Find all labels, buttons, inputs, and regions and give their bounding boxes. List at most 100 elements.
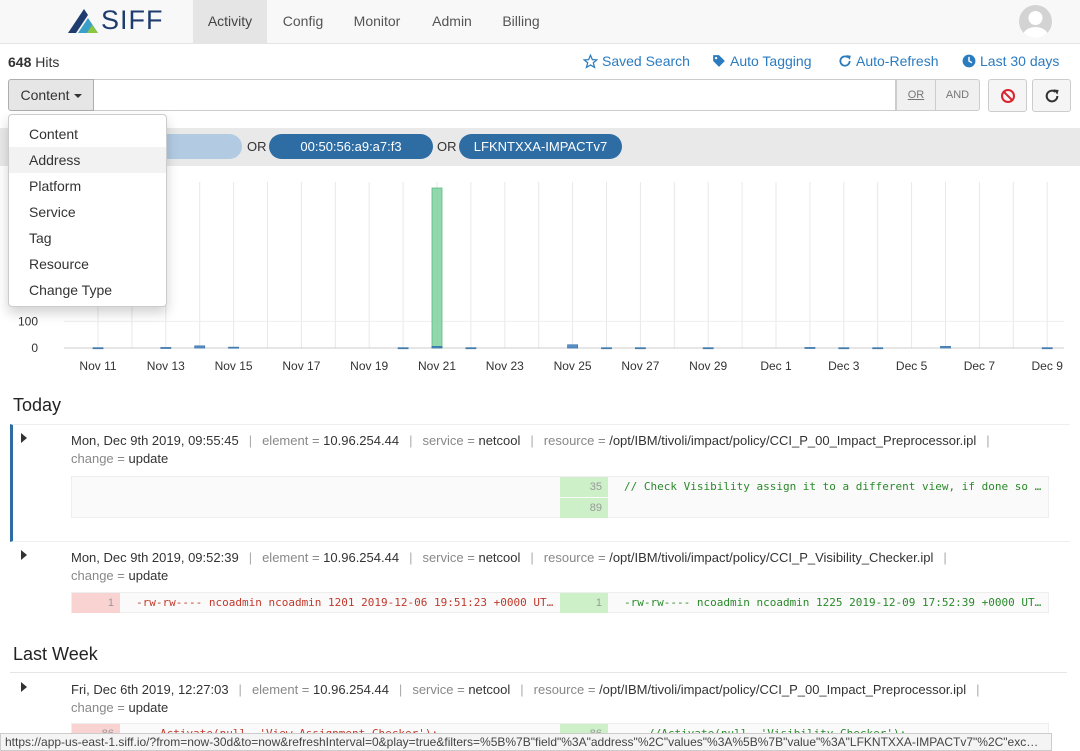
refresh-icon [839,55,851,67]
service-value: netcool [468,682,511,697]
tag-icon [713,55,725,67]
tab-monitor[interactable]: Monitor [342,0,412,43]
element-key: element = [262,433,320,448]
entry-change: change = update [71,568,168,583]
dropdown-item-service[interactable]: Service [9,199,166,225]
avatar[interactable] [1019,5,1052,38]
tab-admin[interactable]: Admin [420,0,484,43]
bar [702,347,714,350]
entry-meta: Mon, Dec 9th 2019, 09:52:39 | element = 10… [71,550,947,565]
change-key: change = [71,568,125,583]
change-key: change = [71,700,125,715]
dropdown-item-platform[interactable]: Platform [9,173,166,199]
siff-logo[interactable]: SIFF [68,5,168,35]
bar [92,347,104,350]
tab-activity[interactable]: Activity [193,0,267,43]
logo-text: SIFF [101,5,164,35]
field-select-label: Content [20,87,70,103]
field-select-button[interactable]: Content [8,79,94,111]
siff-logo-icon [68,9,98,33]
diff-left-line-number: 1 [72,593,120,613]
auto-tagging-link[interactable]: Auto Tagging [712,53,811,69]
element-value: 10.96.254.44 [323,433,400,448]
dropdown-item-resource[interactable]: Resource [9,251,166,277]
service-value: netcool [478,433,521,448]
section-title-last-week: Last Week [13,644,98,664]
tab-config[interactable]: Config [270,0,336,43]
field-dropdown-menu: Content Address Platform Service Tag Res… [8,114,167,307]
diff-left-code: -rw-rw---- ncoadmin ncoadmin 1201 2019-1… [136,596,554,609]
expand-toggle-icon[interactable] [21,550,27,560]
dropdown-item-change-type[interactable]: Change Type [9,277,166,303]
dropdown-item-tag[interactable]: Tag [9,225,166,251]
filter-pill[interactable]: 00:50:56:a9:a7:f3 [269,134,433,159]
service-key: service = [422,550,475,565]
entry-change: change = update [71,700,168,715]
entry-date: Mon, Dec 9th 2019, 09:55:45 [71,433,239,448]
y-tick-label: 100 [18,314,38,328]
service-value: netcool [478,550,521,565]
x-tick-label: Dec 1 [760,359,792,373]
resource-key: resource = [543,433,606,448]
x-tick-label: Nov 19 [350,359,388,373]
bar [601,347,612,350]
dropdown-item-address[interactable]: Address [9,147,166,173]
bar [431,187,443,349]
star-icon [583,53,598,69]
diff-right-line-number: 35 [560,477,608,497]
diff-right-line-number: 1 [560,593,608,613]
bar [431,345,443,349]
section-title-today: Today [13,395,62,415]
x-tick-label: Dec 3 [828,359,860,373]
bar [567,344,578,349]
and-button[interactable]: AND [935,79,980,111]
diff-view: 35 // Check Visibility assign it to a di… [71,476,1049,518]
entry-date: Fri, Dec 6th 2019, 12:27:03 [71,682,229,697]
service-key: service = [412,682,465,697]
time-range-link[interactable]: Last 30 days [962,53,1059,69]
search-input[interactable] [94,79,896,111]
auto-refresh-label: Auto-Refresh [856,53,939,69]
entry-date: Mon, Dec 9th 2019, 09:52:39 [71,550,239,565]
x-tick-label: Nov 27 [621,359,659,373]
x-tick-label: Nov 15 [215,359,253,373]
expand-toggle-icon[interactable] [21,433,27,443]
dropdown-item-content[interactable]: Content [9,121,166,147]
bar [194,345,206,349]
element-key: element = [262,550,320,565]
divider [10,672,1067,673]
filter-joiner: OR [247,139,267,154]
bar [465,347,477,350]
x-tick-label: Nov 11 [79,359,116,373]
change-value: update [128,451,169,466]
refresh-icon [1045,88,1059,102]
tab-billing[interactable]: Billing [490,0,552,43]
bar [1041,347,1053,350]
time-range-label: Last 30 days [980,53,1060,69]
bar [940,345,951,349]
diff-right-code [624,498,1048,518]
expand-toggle-icon[interactable] [21,682,27,692]
resource-value: /opt/IBM/tivoli/impact/policy/CCI_P_Visi… [609,550,934,565]
hits-number: 648 [8,54,32,70]
diff-right-line-number: 89 [560,498,608,518]
x-tick-label: Nov 29 [689,359,727,373]
clear-filters-button[interactable] [988,79,1027,112]
diff-right-code: -rw-rw---- ncoadmin ncoadmin 1225 2019-1… [624,596,1042,609]
refresh-button[interactable] [1032,79,1071,112]
saved-search-link[interactable]: Saved Search [583,53,690,69]
x-tick-label: Nov 17 [282,359,320,373]
bar [635,347,646,350]
resource-value: /opt/IBM/tivoli/impact/policy/CCI_P_00_I… [599,682,967,697]
user-icon [1022,11,1049,38]
auto-tagging-label: Auto Tagging [730,53,812,69]
filter-pill[interactable]: LFKNTXXA-IMPACTv7 [459,134,622,159]
diff-view: 1 -rw-rw---- ncoadmin ncoadmin 1201 2019… [71,592,1049,613]
auto-refresh-link[interactable]: Auto-Refresh [838,53,938,69]
clock-icon [962,54,976,68]
ban-icon [1000,88,1015,103]
or-button[interactable]: OR [896,79,936,111]
element-key: element = [251,682,310,697]
bar [228,346,240,349]
x-tick-label: Nov 13 [147,359,185,373]
